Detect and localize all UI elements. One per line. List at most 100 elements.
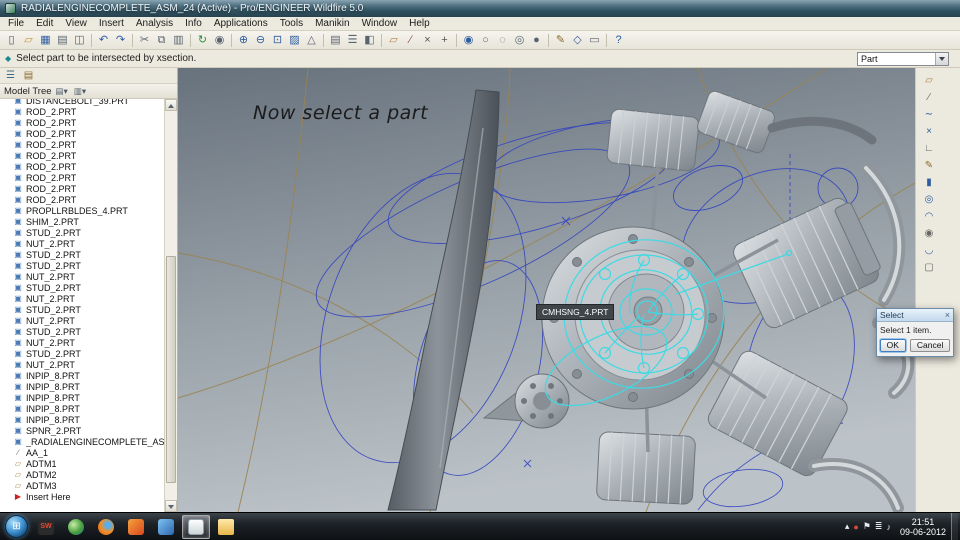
tree-item[interactable]: ▣ STUD_2.PRT <box>0 249 164 260</box>
paste-icon[interactable]: ▥ <box>170 32 187 49</box>
menu-manikin[interactable]: Manikin <box>309 17 355 31</box>
taskbar-app-media-player[interactable] <box>122 515 150 539</box>
taskbar-app-photo-viewer[interactable] <box>152 515 180 539</box>
taskbar-app-solidworks[interactable]: SW <box>32 515 60 539</box>
datum-points-display-icon[interactable]: × <box>419 32 436 49</box>
tree-item[interactable]: ▣ ROD_2.PRT <box>0 150 164 161</box>
extrude-icon[interactable]: ▮ <box>920 175 938 191</box>
tree-item[interactable]: ▣ INPIP_8.PRT <box>0 370 164 381</box>
datum-curve-icon[interactable]: ∼ <box>920 107 938 123</box>
start-button[interactable]: ⊞ <box>5 515 28 538</box>
tree-item[interactable]: ▣ ROD_2.PRT <box>0 106 164 117</box>
tree-item[interactable]: ▣ SHIM_2.PRT <box>0 216 164 227</box>
tree-item[interactable]: ▣ NUT_2.PRT <box>0 315 164 326</box>
copy-icon[interactable]: ⧉ <box>153 32 170 49</box>
zoom-in-icon[interactable]: ⊕ <box>235 32 252 49</box>
tree-item[interactable]: ▣ DISTANCEBOLT_39.PRT <box>0 99 164 106</box>
scrollbar-thumb[interactable] <box>166 255 176 484</box>
taskbar-app-firefox[interactable] <box>92 515 120 539</box>
search-icon[interactable]: ◉ <box>211 32 228 49</box>
sketch-icon[interactable]: ✎ <box>920 158 938 174</box>
sketcher-icon[interactable]: ◇ <box>569 32 586 49</box>
repaint-icon[interactable]: ▨ <box>286 32 303 49</box>
graphics-area[interactable]: Now select a part CMHSNG_4.PRT <box>178 68 915 512</box>
tree-item[interactable]: ▣ INPIP_8.PRT <box>0 414 164 425</box>
tray-expand-icon[interactable]: ▴ <box>845 521 850 532</box>
datum-point-icon[interactable]: × <box>920 124 938 140</box>
tree-item[interactable]: ▣ STUD_2.PRT <box>0 304 164 315</box>
coordinate-system-icon[interactable]: ∟ <box>920 141 938 157</box>
tree-item[interactable]: ▣ STUD_2.PRT <box>0 227 164 238</box>
no-hidden-display-icon[interactable]: ◎ <box>511 32 528 49</box>
show-desktop-button[interactable] <box>951 512 958 540</box>
tree-item[interactable]: ▣ ROD_2.PRT <box>0 128 164 139</box>
layers-icon[interactable]: ☰ <box>344 32 361 49</box>
taskbar-clock[interactable]: 21:51 09-06-2012 <box>895 517 951 537</box>
tree-item[interactable]: ▣ NUT_2.PRT <box>0 337 164 348</box>
tray-flag-icon[interactable]: ⚑ <box>863 521 871 532</box>
menu-insert[interactable]: Insert <box>93 17 130 31</box>
zoom-out-icon[interactable]: ⊖ <box>252 32 269 49</box>
refit-icon[interactable]: ⊡ <box>269 32 286 49</box>
undo-icon[interactable]: ↶ <box>95 32 112 49</box>
datum-plane-icon[interactable]: ▱ <box>920 73 938 89</box>
tree-scrollbar[interactable] <box>164 99 177 512</box>
tray-network-icon[interactable]: ≣ <box>875 521 883 532</box>
open-icon[interactable]: ▱ <box>20 32 37 49</box>
tree-item[interactable]: ▣ ROD_2.PRT <box>0 194 164 205</box>
tray-security-icon[interactable]: ● <box>853 522 858 532</box>
tree-item[interactable]: ▣ INPIP_8.PRT <box>0 392 164 403</box>
menu-analysis[interactable]: Analysis <box>130 17 179 31</box>
select-dialog-titlebar[interactable]: Select × <box>877 309 953 322</box>
scroll-down-icon[interactable] <box>165 500 177 512</box>
datum-axis-icon[interactable]: ∕ <box>920 90 938 106</box>
print-icon[interactable]: ▤ <box>54 32 71 49</box>
tree-item[interactable]: ▣ STUD_2.PRT <box>0 260 164 271</box>
tree-item[interactable]: ▣ ROD_2.PRT <box>0 117 164 128</box>
tree-item[interactable]: ▣ INPIP_8.PRT <box>0 403 164 414</box>
tree-item[interactable]: ▣ PROPLLRBLDES_4.PRT <box>0 205 164 216</box>
chevron-down-icon[interactable] <box>935 52 948 65</box>
hole-icon[interactable]: ◉ <box>920 226 938 242</box>
menu-edit[interactable]: Edit <box>30 17 59 31</box>
tree-item[interactable]: ▣ SPNR_2.PRT <box>0 425 164 436</box>
datum-axes-display-icon[interactable]: ∕ <box>402 32 419 49</box>
tree-item[interactable]: ▣ STUD_2.PRT <box>0 282 164 293</box>
tree-item[interactable]: ▱ ADTM3 <box>0 480 164 491</box>
tree-item[interactable]: ▣ STUD_2.PRT <box>0 326 164 337</box>
help-icon[interactable]: ? <box>610 32 627 49</box>
shell-icon[interactable]: ▢ <box>920 260 938 276</box>
revolve-icon[interactable]: ◎ <box>920 192 938 208</box>
tree-item[interactable]: ▱ ADTM2 <box>0 469 164 480</box>
menu-applications[interactable]: Applications <box>208 17 274 31</box>
menu-tools[interactable]: Tools <box>274 17 309 31</box>
selection-filter-combo[interactable]: Part <box>857 51 949 66</box>
cancel-button[interactable]: Cancel <box>909 339 951 352</box>
sweep-icon[interactable]: ◠ <box>920 209 938 225</box>
menu-help[interactable]: Help <box>403 17 436 31</box>
new-file-icon[interactable]: ▯ <box>3 32 20 49</box>
shaded-display-icon[interactable]: ● <box>528 32 545 49</box>
settings-menu-button[interactable]: ▥▾ <box>72 86 88 97</box>
tree-item[interactable]: ▣ ROD_2.PRT <box>0 172 164 183</box>
model-tree-area[interactable]: ▣ DISTANCEBOLT_39.PRT ▣ ROD_2.PRT ▣ ROD_2.PRT… <box>0 99 177 512</box>
annotation-icon[interactable]: ✎ <box>552 32 569 49</box>
taskbar-app-file-explorer[interactable] <box>212 515 240 539</box>
tree-item[interactable]: ▶ Insert Here <box>0 491 164 502</box>
datum-planes-display-icon[interactable]: ▱ <box>385 32 402 49</box>
print-preview-icon[interactable]: ◫ <box>71 32 88 49</box>
tree-item[interactable]: ▣ _RADIALENGINECOMPLETE_ASM_24.PRT <box>0 436 164 447</box>
save-icon[interactable]: ▦ <box>37 32 54 49</box>
tree-item[interactable]: ▣ ROD_2.PRT <box>0 183 164 194</box>
layer-tree-tab-icon[interactable]: ▤ <box>21 70 36 81</box>
saved-views-icon[interactable]: ▤ <box>327 32 344 49</box>
menu-view[interactable]: View <box>59 17 93 31</box>
3d-viewport-canvas[interactable] <box>178 68 915 512</box>
tree-item[interactable]: ▱ ADTM1 <box>0 458 164 469</box>
ok-button[interactable]: OK <box>879 339 906 352</box>
redo-icon[interactable]: ↷ <box>112 32 129 49</box>
tree-item[interactable]: ▣ INPIP_8.PRT <box>0 381 164 392</box>
tree-item[interactable]: ▣ NUT_2.PRT <box>0 271 164 282</box>
regenerate-icon[interactable]: ↻ <box>194 32 211 49</box>
tree-item[interactable]: ▣ ROD_2.PRT <box>0 161 164 172</box>
